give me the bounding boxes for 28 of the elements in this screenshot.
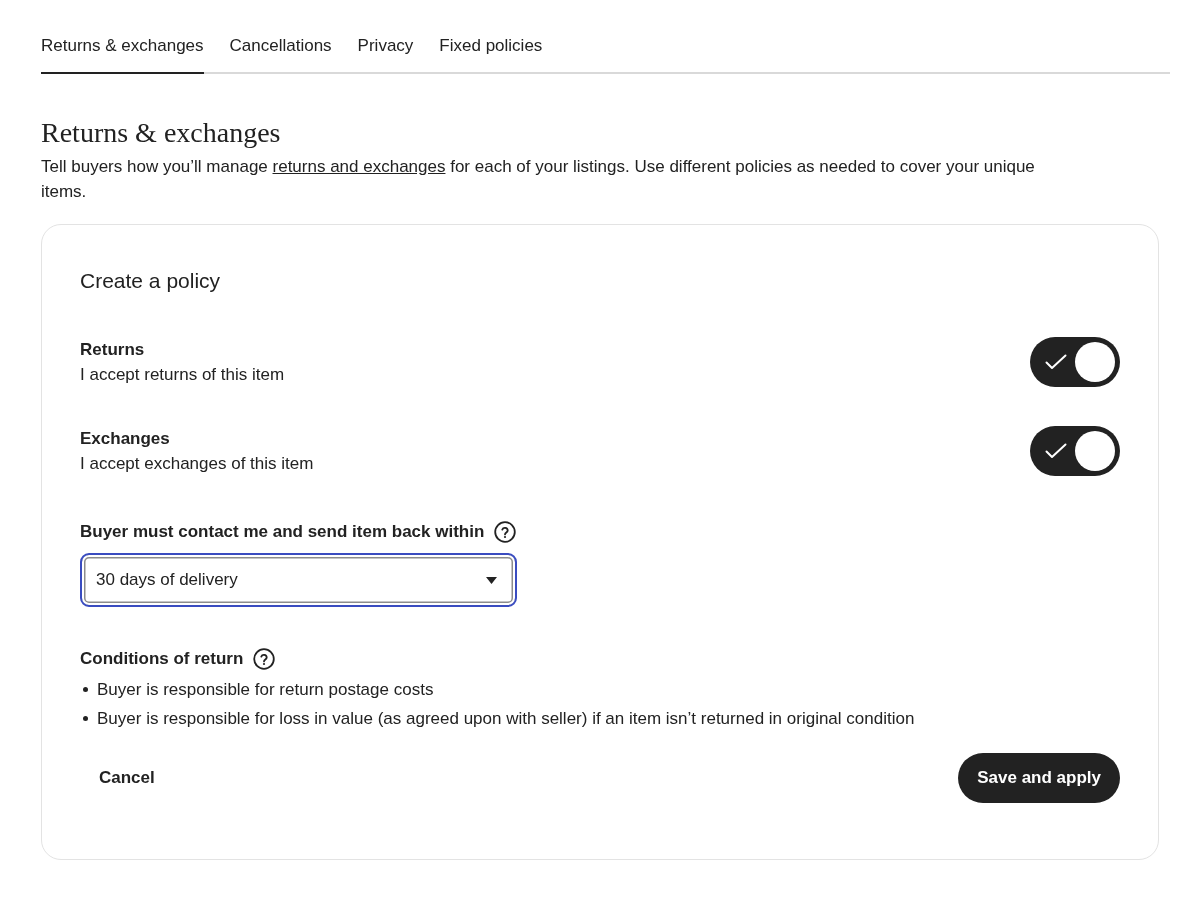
help-icon[interactable] (494, 521, 517, 543)
toggle-switch[interactable] (1030, 426, 1120, 476)
check-icon (1045, 354, 1067, 370)
section-label: Conditions of return (80, 648, 244, 670)
condition-text: Buyer is responsible for loss in value (as agreed upon with seller) if an item isn’t returned in original condition (97, 708, 915, 730)
tab[interactable]: Returns & exchanges (41, 34, 204, 74)
dropdown-select[interactable]: 30 days of delivery (80, 553, 517, 607)
field-label: Buyer must contact me and send item back within (80, 521, 485, 543)
caret-icon (486, 576, 497, 584)
bullet-icon (83, 716, 88, 721)
tab[interactable]: Privacy (357, 34, 414, 74)
check-icon (1045, 443, 1067, 459)
toggle-label: Exchanges (80, 427, 171, 450)
toggle-description: I accept exchanges of this item (80, 452, 314, 475)
cancel-button[interactable]: Cancel (79, 753, 175, 803)
card-title: Create a policy (80, 268, 222, 294)
save-button[interactable]: Save and apply (958, 753, 1120, 803)
tab[interactable]: Fixed policies (439, 34, 543, 74)
page-description: Tell buyers how you’ll manage returns and exchanges for each of your listings. Use different policies as needed to cover your unique items. (41, 156, 1036, 203)
condition-text: Buyer is responsible for return postage costs (97, 679, 434, 701)
help-icon[interactable] (253, 648, 276, 670)
page-heading: Returns & exchanges (41, 116, 282, 150)
policy-link[interactable]: returns and exchanges (272, 157, 446, 176)
tab[interactable]: Cancellations (229, 34, 332, 74)
bullet-icon (83, 687, 88, 692)
toggle-label: Returns (80, 338, 146, 361)
toggle-description: I accept returns of this item (80, 363, 285, 386)
toggle-switch[interactable] (1030, 337, 1120, 387)
